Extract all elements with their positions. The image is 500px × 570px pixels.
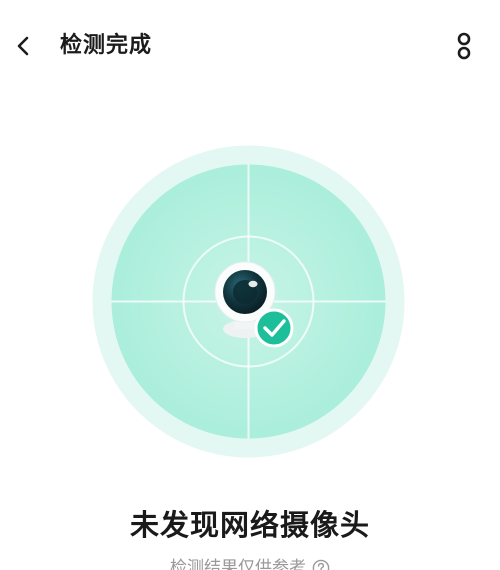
more-options-button[interactable] bbox=[446, 26, 482, 66]
chevron-left-icon bbox=[17, 36, 29, 56]
radar-illustration bbox=[92, 145, 405, 458]
result-title: 未发现网络摄像头 bbox=[129, 508, 370, 542]
app-header: 检测完成 bbox=[0, 0, 500, 92]
back-button[interactable] bbox=[6, 28, 42, 64]
check-icon bbox=[254, 308, 294, 348]
page-title: 检测完成 bbox=[60, 33, 153, 58]
result-note: 检测结果仅供参考 bbox=[170, 558, 306, 570]
question-circle-icon[interactable] bbox=[312, 559, 330, 570]
scan-result-screen: 检测完成 未发现网络摄像头 检测结果仅供参考 bbox=[0, 0, 500, 570]
result-note-row: 检测结果仅供参考 bbox=[0, 556, 500, 570]
more-vertical-icon bbox=[457, 32, 471, 60]
